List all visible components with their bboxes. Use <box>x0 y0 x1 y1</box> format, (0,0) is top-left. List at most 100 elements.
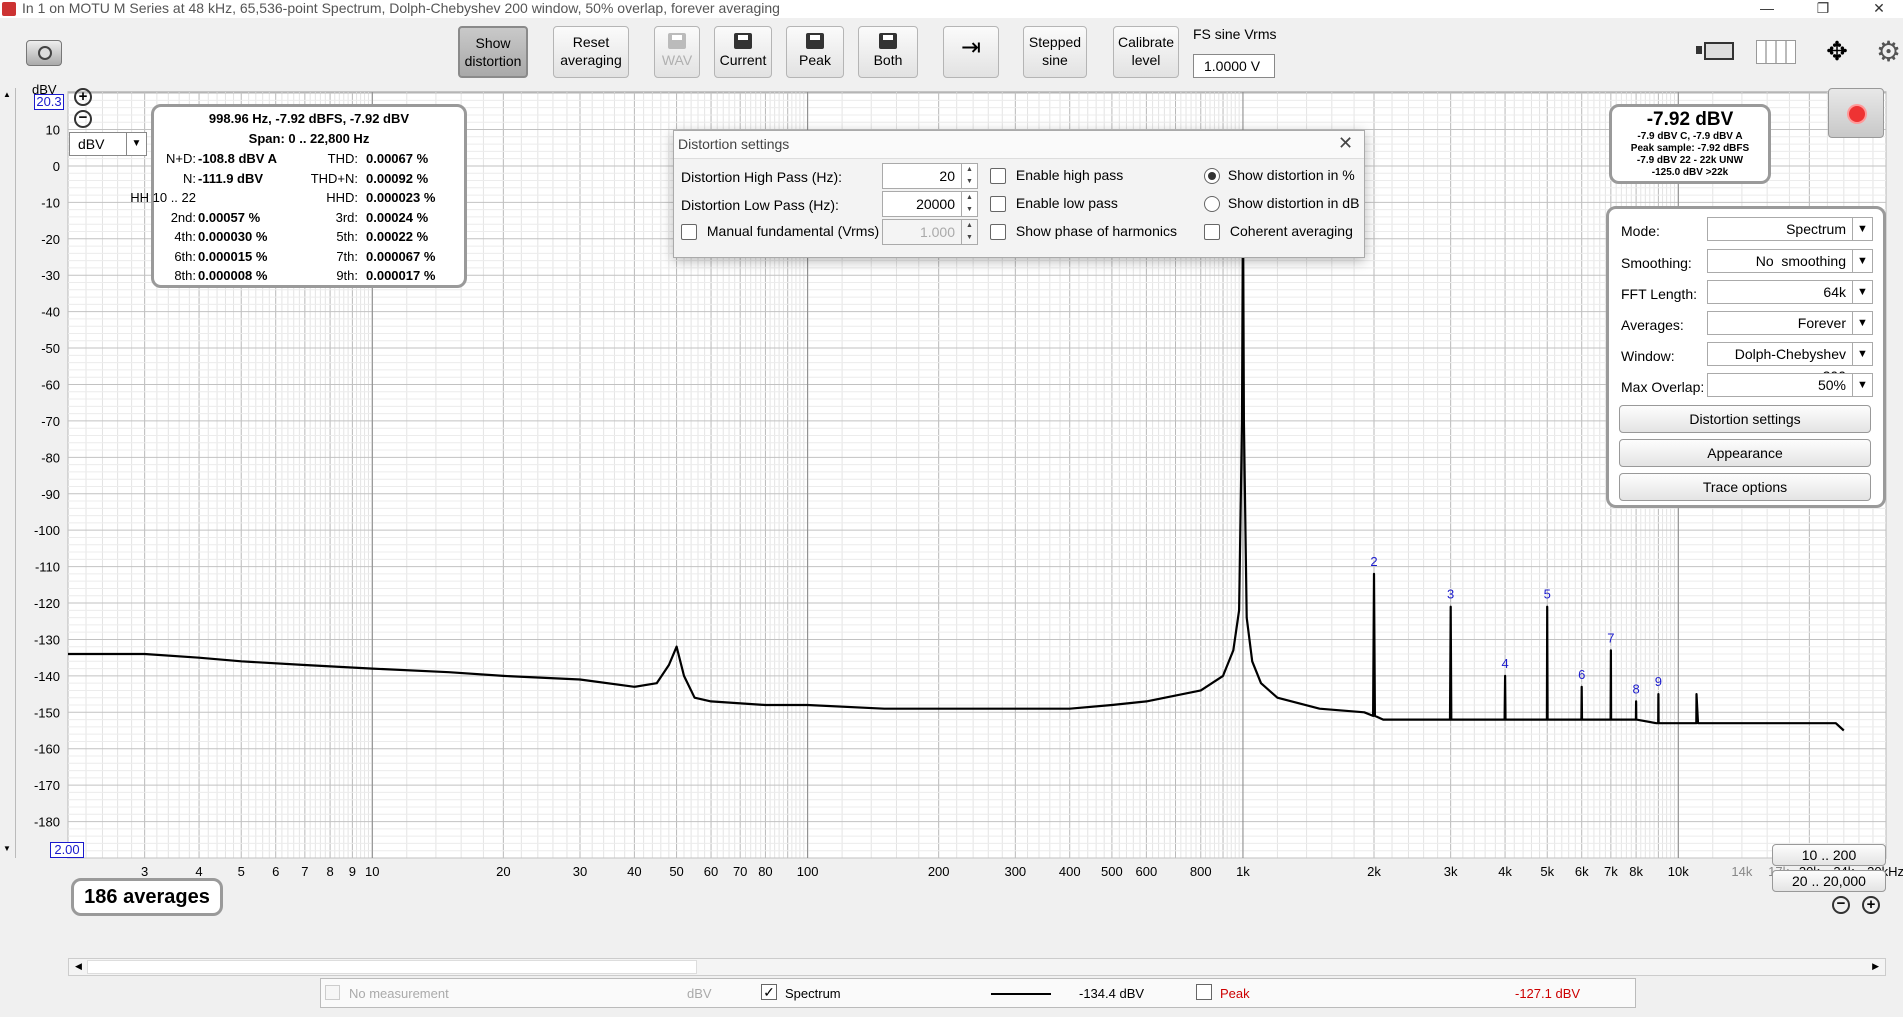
chevron-down-icon: ▼ <box>1852 250 1872 272</box>
manual-fundamental-input[interactable]: 1.000 ▲ ▼ <box>882 219 978 245</box>
fft-length-select[interactable]: 64k ▼ <box>1707 280 1873 304</box>
appearance-button[interactable]: Appearance <box>1619 439 1871 467</box>
mode-select[interactable]: Spectrum ▼ <box>1707 217 1873 241</box>
layout-icon[interactable] <box>1694 36 1742 66</box>
x-tick-label: 8k <box>1629 864 1643 879</box>
fs-sine-label: FS sine Vrms <box>1193 26 1277 42</box>
zoom-out-icon[interactable]: − <box>74 110 92 128</box>
hp-input[interactable]: 20 ▲ ▼ <box>882 163 978 189</box>
minimize-icon[interactable]: — <box>1744 0 1790 18</box>
camera-icon[interactable] <box>26 40 62 66</box>
enable-high-pass-checkbox[interactable]: Enable high pass <box>990 167 1123 185</box>
scrollbar-thumb[interactable] <box>87 960 697 974</box>
peak-checkbox[interactable] <box>1196 984 1212 1000</box>
x-tick-label: 6 <box>272 864 279 879</box>
y-top-value-input[interactable]: 20.3 <box>34 94 64 110</box>
x-tick-label: 1k <box>1236 864 1250 879</box>
show-distortion-db-radio[interactable]: Show distortion in dB <box>1204 195 1359 213</box>
scroll-right-icon[interactable]: ▶ <box>1872 961 1879 972</box>
wav-button[interactable]: WAV <box>654 26 700 78</box>
y-tick-label: -80 <box>41 450 60 465</box>
averages-select[interactable]: Forever ▼ <box>1707 311 1873 335</box>
scroll-up-icon[interactable]: ▲ <box>3 90 11 99</box>
manual-fundamental-checkbox[interactable]: Manual fundamental (Vrms) <box>681 223 879 241</box>
window-select[interactable]: Dolph-Chebyshev 200▼ <box>1707 342 1873 384</box>
maximize-icon[interactable]: ❐ <box>1800 0 1846 18</box>
readout-value: 0.000017 % <box>366 268 436 283</box>
calibrate-level-button[interactable]: Calibrate level <box>1113 26 1179 78</box>
fs-sine-input[interactable]: 1.0000 V <box>1193 54 1275 78</box>
save-current-button[interactable]: Current <box>714 26 772 78</box>
y-tick-label: -160 <box>34 742 60 757</box>
y-tick-label: 10 <box>46 123 60 138</box>
readout-value: 0.00024 % <box>366 209 429 225</box>
level-line: -7.9 dBV 22 - 22k UNW <box>1636 155 1744 166</box>
show-phase-checkbox[interactable]: Show phase of harmonics <box>990 223 1177 241</box>
save-icon <box>668 33 686 49</box>
show-distortion-percent-radio[interactable]: Show distortion in % <box>1204 167 1355 185</box>
chevron-down-icon: ▼ <box>1852 374 1872 396</box>
x-tick-label: 5k <box>1540 864 1554 879</box>
no-measurement-checkbox[interactable] <box>325 985 340 1000</box>
save-both-button[interactable]: Both <box>858 26 918 78</box>
y-tick-label: -40 <box>41 305 60 320</box>
hp-label: Distortion High Pass (Hz): <box>681 169 843 185</box>
spinner-icon[interactable]: ▲ ▼ <box>961 164 977 188</box>
close-icon[interactable]: ✕ <box>1338 133 1353 154</box>
smoothing-select[interactable]: No smoothing ▼ <box>1707 249 1873 273</box>
move-icon[interactable]: ✥ <box>1814 34 1860 68</box>
save-icon <box>734 33 752 49</box>
zoom-in-icon[interactable]: + <box>74 88 92 106</box>
gear-icon[interactable]: ⚙ <box>1876 38 1903 66</box>
readout-label: N+D: <box>166 151 196 166</box>
stepped-sine-button[interactable]: Stepped sine <box>1023 26 1087 78</box>
save-peak-button[interactable]: Peak <box>786 26 844 78</box>
zoom-in-icon[interactable]: + <box>1862 896 1880 914</box>
harmonic-label: 6 <box>1578 667 1585 682</box>
readout-value: 0.00067 % <box>366 151 429 166</box>
x-tick-label: 4 <box>195 864 202 879</box>
zoom-out-icon[interactable]: − <box>1832 896 1850 914</box>
y-tick-label: -100 <box>34 523 60 538</box>
x-tick-label: 300 <box>1004 864 1026 879</box>
peak-label: Peak <box>1220 986 1250 1001</box>
lp-input[interactable]: 20000 ▲ ▼ <box>882 191 978 217</box>
vertical-scrollbar[interactable]: ▲ ▼ <box>0 88 16 858</box>
unit-selector[interactable]: dBV ▼ <box>69 132 147 156</box>
horizontal-scrollbar[interactable]: ◀ ▶ <box>68 958 1886 976</box>
max-overlap-select[interactable]: 50% ▼ <box>1707 373 1873 397</box>
x-left-value-input[interactable]: 2.00 <box>50 842 84 858</box>
range-10-200-button[interactable]: 10 .. 200 <box>1772 844 1886 866</box>
scroll-down-icon[interactable]: ▼ <box>3 844 11 853</box>
readout-value: 0.000008 % <box>198 268 268 283</box>
readout-label: 3rd: <box>335 209 358 225</box>
range-20-20000-button[interactable]: 20 .. 20,000 <box>1772 870 1886 892</box>
close-icon[interactable]: ✕ <box>1856 0 1902 18</box>
distortion-settings-button[interactable]: Distortion settings <box>1619 405 1871 433</box>
readout-header: 998.96 Hz, -7.92 dBFS, -7.92 dBV <box>208 111 410 126</box>
save-icon <box>879 33 897 49</box>
show-distortion-button[interactable]: Show distortion <box>458 26 528 78</box>
readout-span: Span: 0 .. 22,800 Hz <box>248 131 370 146</box>
readout-value: 0.000030 % <box>198 229 268 244</box>
spinner-icon[interactable]: ▲ ▼ <box>961 220 977 244</box>
distortion-settings-dialog: Distortion settings ✕ Distortion High Pa… <box>673 130 1365 258</box>
spinner-icon[interactable]: ▲ ▼ <box>961 192 977 216</box>
import-icon[interactable]: ⇥ <box>943 26 999 78</box>
y-tick-label: -30 <box>41 268 60 283</box>
readout-label: 4th: <box>174 229 196 244</box>
trace-options-button[interactable]: Trace options <box>1619 473 1871 501</box>
dialog-title: Distortion settings <box>678 136 790 152</box>
x-tick-label: 20 <box>496 864 510 879</box>
readout-label: 6th: <box>174 248 196 264</box>
readout-value: 0.000023 % <box>366 190 436 205</box>
harmonic-label: 5 <box>1544 587 1551 602</box>
reset-averaging-button[interactable]: Reset averaging <box>553 26 629 78</box>
enable-low-pass-checkbox[interactable]: Enable low pass <box>990 195 1118 213</box>
record-button[interactable] <box>1828 88 1884 138</box>
panels-icon[interactable] <box>1756 40 1796 64</box>
app-icon <box>2 2 16 16</box>
coherent-averaging-checkbox[interactable]: Coherent averaging <box>1204 223 1353 241</box>
spectrum-checkbox[interactable]: ✓ <box>761 984 777 1000</box>
scroll-left-icon[interactable]: ◀ <box>75 961 82 972</box>
